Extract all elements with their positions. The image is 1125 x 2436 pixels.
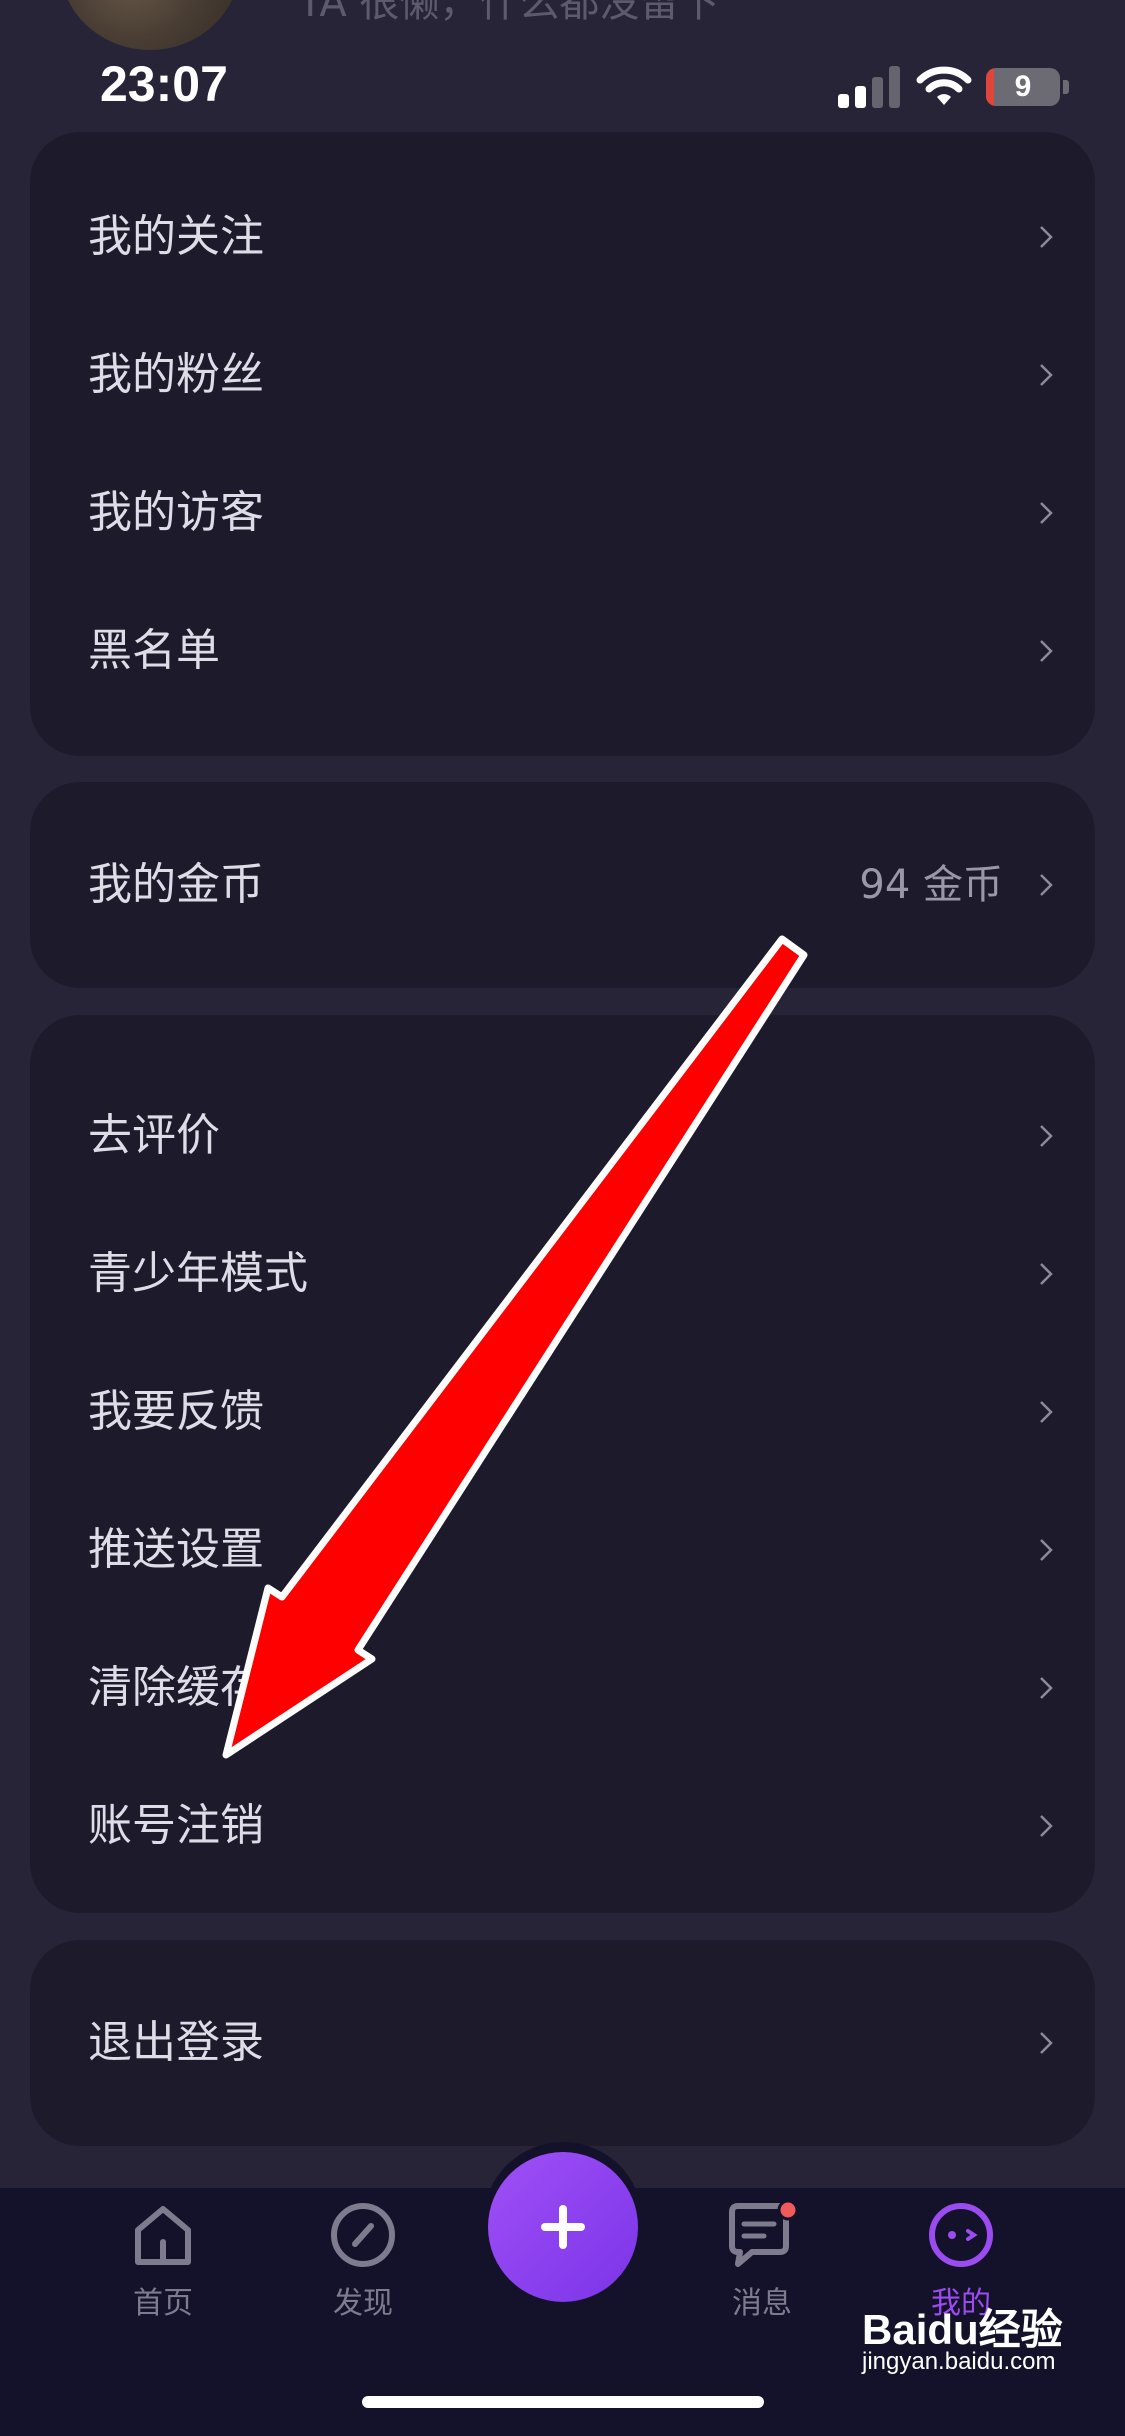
tab-discover[interactable]: 发现 <box>298 2200 428 2321</box>
row-label: 退出登录 <box>88 2017 264 2068</box>
cellular-signal-icon <box>838 66 900 108</box>
settings-card: 去评价 青少年模式 我要反馈 推送设置 清除缓存 账号注销 <box>30 1015 1095 1913</box>
chevron-right-icon <box>1040 874 1053 896</box>
chevron-right-icon <box>1040 502 1053 524</box>
publish-plus-button[interactable] <box>488 2152 638 2302</box>
coin-balance: 94 金币 <box>859 862 1003 908</box>
status-time: 23:07 <box>100 56 228 112</box>
row-label: 推送设置 <box>88 1524 264 1575</box>
row-delete-account[interactable]: 账号注销 <box>30 1757 1095 1895</box>
baidu-watermark: Baidu经验 jingyan.baidu.com <box>862 2296 1072 2376</box>
chevron-right-icon <box>1040 2032 1053 2054</box>
profile-face-icon <box>929 2203 993 2267</box>
home-icon <box>135 2206 191 2265</box>
row-coins[interactable]: 我的金币 94 金币 <box>30 816 1095 954</box>
row-blacklist[interactable]: 黑名单 <box>30 582 1095 720</box>
row-clear-cache[interactable]: 清除缓存 <box>30 1619 1095 1757</box>
avatar[interactable] <box>60 0 240 50</box>
tab-home[interactable]: 首页 <box>98 2200 228 2321</box>
tab-label: 发现 <box>333 2286 393 2321</box>
compass-icon <box>331 2203 395 2267</box>
home-indicator[interactable] <box>362 2396 764 2408</box>
row-label: 账号注销 <box>88 1800 264 1851</box>
row-push-settings[interactable]: 推送设置 <box>30 1481 1095 1619</box>
row-label: 清除缓存 <box>88 1662 264 1713</box>
row-label: 我要反馈 <box>88 1386 264 1437</box>
chevron-right-icon <box>1040 1539 1053 1561</box>
chevron-right-icon <box>1040 1125 1053 1147</box>
social-card: 我的关注 我的粉丝 我的访客 黑名单 <box>30 132 1095 756</box>
row-label: 我的粉丝 <box>88 349 264 400</box>
logout-card: 退出登录 <box>30 1940 1095 2146</box>
chevron-right-icon <box>1040 1401 1053 1423</box>
row-label: 青少年模式 <box>88 1248 308 1299</box>
battery-cap <box>1063 80 1069 94</box>
row-teen-mode[interactable]: 青少年模式 <box>30 1205 1095 1343</box>
row-label: 我的访客 <box>88 487 264 538</box>
message-icon <box>729 2200 799 2267</box>
row-rate[interactable]: 去评价 <box>30 1067 1095 1205</box>
chevron-right-icon <box>1040 640 1053 662</box>
row-logout[interactable]: 退出登录 <box>30 1974 1095 2112</box>
tab-label: 首页 <box>133 2286 193 2321</box>
row-fans[interactable]: 我的粉丝 <box>30 306 1095 444</box>
chevron-right-icon <box>1040 226 1053 248</box>
status-bar: TA 很懒，什么都没留下 23:07 9 <box>0 0 1125 130</box>
row-label: 我的关注 <box>88 211 264 262</box>
row-label: 去评价 <box>88 1110 220 1161</box>
row-following[interactable]: 我的关注 <box>30 168 1095 306</box>
battery-icon: 9 <box>986 68 1060 106</box>
chevron-right-icon <box>1040 364 1053 386</box>
chevron-right-icon <box>1040 1677 1053 1699</box>
row-feedback[interactable]: 我要反馈 <box>30 1343 1095 1481</box>
chevron-right-icon <box>1040 1815 1053 1837</box>
watermark-url: jingyan.baidu.com <box>862 2348 1056 2375</box>
profile-bio: TA 很懒，什么都没留下 <box>298 0 720 26</box>
tab-messages[interactable]: 消息 <box>697 2200 827 2321</box>
coins-card: 我的金币 94 金币 <box>30 782 1095 988</box>
row-label: 黑名单 <box>88 625 220 676</box>
tab-label: 消息 <box>732 2286 792 2321</box>
battery-level: 9 <box>1014 70 1032 103</box>
row-visitors[interactable]: 我的访客 <box>30 444 1095 582</box>
chevron-right-icon <box>1040 1263 1053 1285</box>
wifi-icon <box>916 66 972 105</box>
row-label: 我的金币 <box>88 859 264 910</box>
